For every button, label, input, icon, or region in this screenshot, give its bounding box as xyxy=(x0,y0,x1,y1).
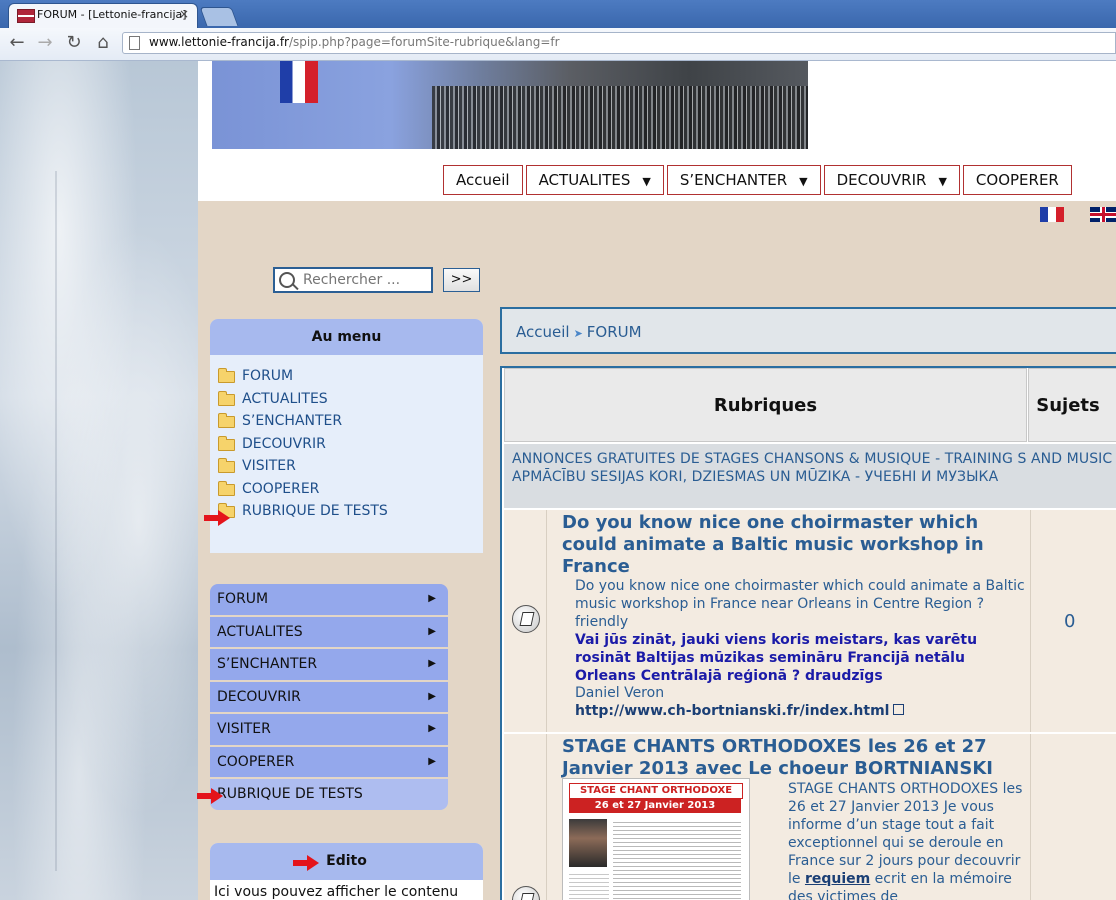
chevron-right-icon: ▶ xyxy=(428,723,436,734)
search-box xyxy=(273,267,433,293)
chevron-right-icon: ▶ xyxy=(428,593,436,604)
main-menu: Accueil ACTUALITES ▼ S’ENCHANTER ▼ DECOUVRIR ▼… xyxy=(443,165,1072,195)
browser-tab[interactable]: FORUM - [Lettonie-francija] × xyxy=(8,3,198,28)
close-icon[interactable]: × xyxy=(179,7,189,21)
stage-poster-image[interactable]: STAGE CHANT ORTHODOXE 26 et 27 Janvier 2… xyxy=(562,778,750,900)
requiem-link[interactable]: requiem xyxy=(805,871,870,887)
folder-icon xyxy=(218,413,235,428)
folder-icon xyxy=(218,458,235,473)
chevron-down-icon: ▼ xyxy=(938,175,947,188)
back-arrow-icon[interactable]: ← xyxy=(6,32,28,54)
web-page: Accueil ACTUALITES ▼ S’ENCHANTER ▼ DECOUVRIR ▼… xyxy=(0,61,1116,900)
background-music-staff xyxy=(55,171,197,871)
breadcrumb-current[interactable]: FORUM xyxy=(587,323,642,341)
breadcrumb-home-link[interactable]: Accueil xyxy=(516,323,570,341)
chevron-right-icon: ▶ xyxy=(428,755,436,767)
french-flag-icon[interactable] xyxy=(1040,207,1064,222)
chevron-right-icon: ▶ xyxy=(428,690,436,702)
choir-crowd-image xyxy=(432,86,808,149)
poster-date: 26 et 27 Janvier 2013 xyxy=(569,799,741,813)
au-menu-item[interactable]: VISITER xyxy=(218,455,483,478)
poster-title: STAGE CHANT ORTHODOXE xyxy=(569,783,743,799)
topic-author: Daniel Veron xyxy=(575,685,665,701)
poster-text-block xyxy=(613,819,741,900)
breadcrumb: Accueil ➤ FORUM xyxy=(500,307,1116,354)
au-menu-item[interactable]: RUBRIQUE DE TESTS xyxy=(218,500,483,523)
page-icon xyxy=(129,36,140,50)
topic-description: STAGE CHANTS ORTHODOXES les 26 et 27 Jan… xyxy=(788,781,1023,900)
chevron-down-icon: ▼ xyxy=(642,175,651,188)
table-row: STAGE CHANTS ORTHODOXES les 26 et 27 Jan… xyxy=(504,734,1116,900)
folder-icon xyxy=(218,480,235,496)
chevron-right-icon: ▶ xyxy=(428,658,436,669)
topic-title-link[interactable]: Do you know nice one choirmaster which c… xyxy=(562,512,1002,578)
topic-icon xyxy=(512,605,540,633)
search-input[interactable] xyxy=(303,270,431,290)
external-link-icon xyxy=(893,704,905,715)
topic-description-lv: Vai jūs zināt, jauki viens koris meistar… xyxy=(575,632,978,684)
topic-description: Do you know nice one choirmaster which c… xyxy=(575,578,1025,630)
breadcrumb-separator-icon: ➤ xyxy=(573,327,583,340)
au-menu-box: Au menu FORUM ACTUALITES S’ENCHANTER DECOUV… xyxy=(210,319,483,553)
section-row: ANNONCES GRATUITES DE STAGES CHANSONS & … xyxy=(504,444,1116,508)
side-nav-item[interactable]: S’ENCHANTER ▶ xyxy=(210,649,448,680)
topic-count: 0 xyxy=(1064,611,1076,632)
side-nav-item[interactable]: COOPERER ▶ xyxy=(210,746,448,777)
chevron-down-icon: ▼ xyxy=(799,175,808,188)
red-arrow-icon xyxy=(293,855,321,871)
folder-icon xyxy=(218,368,235,383)
au-menu-list: FORUM ACTUALITES S’ENCHANTER DECOUVRIR VISIT… xyxy=(210,355,483,523)
topic-external-link[interactable]: http://www.ch-bortnianski.fr/index.html xyxy=(575,703,905,719)
side-nav-item[interactable]: RUBRIQUE DE TESTS xyxy=(210,779,448,810)
edito-box: Edito Ici vous pouvez afficher le conten… xyxy=(210,843,483,900)
search-icon xyxy=(279,272,295,288)
edito-text: Ici vous pouvez afficher le contenu xyxy=(214,884,459,900)
au-menu-item[interactable]: DECOUVRIR xyxy=(218,433,483,456)
au-menu-item[interactable]: ACTUALITES xyxy=(218,388,483,411)
side-nav: FORUM ▶ ACTUALITES ▶ S’ENCHANTER ▶ DECOUVRIR ▶ V… xyxy=(210,584,448,812)
banner-image xyxy=(212,61,808,149)
address-bar[interactable]: www.lettonie-francija.fr/spip.php?page=f… xyxy=(122,32,1116,54)
url-text: www.lettonie-francija.fr/spip.php?page=f… xyxy=(149,35,560,49)
side-nav-item[interactable]: VISITER ▶ xyxy=(210,714,448,745)
side-nav-item[interactable]: ACTUALITES ▶ xyxy=(210,616,448,647)
main-menu-item-s-enchanter[interactable]: S’ENCHANTER ▼ xyxy=(666,165,821,195)
english-flag-icon[interactable] xyxy=(1090,207,1116,222)
red-arrow-icon xyxy=(197,788,225,804)
poster-text-block xyxy=(569,871,609,900)
au-menu-item[interactable]: FORUM xyxy=(218,365,483,388)
search-submit-button[interactable]: >> xyxy=(443,268,480,292)
table-row: Do you know nice one choirmaster which c… xyxy=(504,510,1116,732)
au-menu-item[interactable]: S’ENCHANTER xyxy=(218,410,483,433)
folder-icon xyxy=(218,390,235,406)
poster-photo xyxy=(569,819,607,867)
new-tab-button[interactable] xyxy=(199,7,239,26)
france-flag-image xyxy=(280,61,318,103)
reload-icon[interactable]: ↻ xyxy=(63,32,85,54)
edito-title: Edito xyxy=(210,843,483,880)
forward-arrow-icon[interactable]: → xyxy=(34,32,56,54)
main-menu-item-accueil[interactable]: Accueil xyxy=(443,165,523,195)
main-menu-item-actualites[interactable]: ACTUALITES ▼ xyxy=(525,165,664,195)
column-header-rubriques: Rubriques xyxy=(504,368,1027,442)
side-nav-item[interactable]: DECOUVRIR ▶ xyxy=(210,681,448,712)
home-icon[interactable]: ⌂ xyxy=(92,32,114,54)
main-menu-item-decouvrir[interactable]: DECOUVRIR ▼ xyxy=(823,165,960,195)
chevron-right-icon: ▶ xyxy=(428,625,436,637)
section-title-link[interactable]: ANNONCES GRATUITES DE STAGES CHANSONS & … xyxy=(512,450,1116,486)
tab-title: FORUM - [Lettonie-francija] xyxy=(37,8,187,21)
au-menu-title: Au menu xyxy=(210,319,483,355)
folder-icon xyxy=(218,435,235,451)
main-menu-item-cooperer[interactable]: COOPERER xyxy=(962,165,1072,195)
topic-title-link[interactable]: STAGE CHANTS ORTHODOXES les 26 et 27 Jan… xyxy=(562,736,1002,780)
latvia-flag-icon xyxy=(17,9,35,23)
browser-tabstrip: FORUM - [Lettonie-francija] × xyxy=(0,0,1116,28)
side-nav-item[interactable]: FORUM ▶ xyxy=(210,584,448,615)
au-menu-item[interactable]: COOPERER xyxy=(218,478,483,501)
column-header-sujets: Sujets xyxy=(1028,368,1116,442)
forum-table: Rubriques Sujets ANNONCES GRATUITES DE S… xyxy=(500,366,1116,900)
red-arrow-icon xyxy=(204,510,232,526)
browser-toolbar: ← → ↻ ⌂ www.lettonie-francija.fr/spip.ph… xyxy=(0,28,1116,61)
